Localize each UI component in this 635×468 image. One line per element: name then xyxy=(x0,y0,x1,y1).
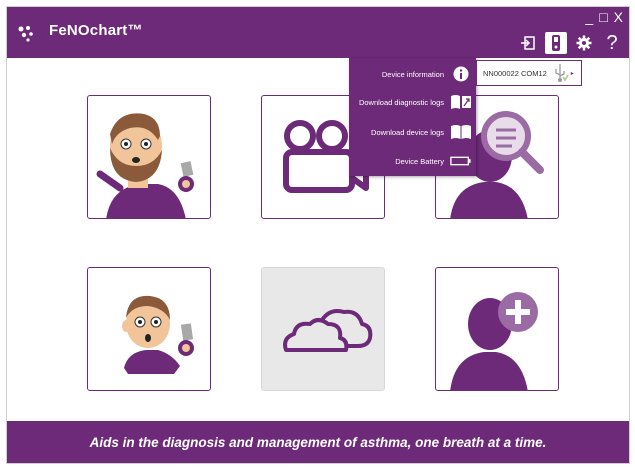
device-icon xyxy=(552,35,560,51)
menu-item-device-information[interactable]: Device information xyxy=(349,63,476,85)
footer-bar: Aids in the diagnosis and management of … xyxy=(7,421,629,463)
menu-item-label: Device information xyxy=(381,69,444,79)
cloud-tile[interactable] xyxy=(261,267,385,391)
maximize-button[interactable]: □ xyxy=(599,10,607,24)
menu-item-label: Device Battery xyxy=(395,156,444,166)
chevron-right-icon: ▸ xyxy=(570,70,574,77)
device-dropdown-menu: Device information Download diagnostic l… xyxy=(349,58,476,176)
title-bar: FeNOchart™ _ □ X ? xyxy=(7,7,629,58)
footer-tagline: Aids in the diagnosis and management of … xyxy=(89,434,547,450)
menu-item-download-diagnostic-logs[interactable]: Download diagnostic logs xyxy=(349,91,476,113)
help-button[interactable]: ? xyxy=(601,32,623,54)
device-id-label: NN000022 COM12 xyxy=(483,68,547,78)
child-device-icon xyxy=(122,295,194,374)
connected-device-panel[interactable]: NN000022 COM12 ▸ xyxy=(476,60,582,86)
cloud-icon xyxy=(283,309,373,352)
book-icon xyxy=(450,123,472,141)
menu-item-device-battery[interactable]: Device Battery xyxy=(349,150,476,172)
diagnostic-logs-icon xyxy=(450,93,472,111)
close-button[interactable]: X xyxy=(614,10,623,24)
logo-icon xyxy=(18,26,33,42)
info-icon xyxy=(450,65,472,83)
menu-item-label: Download device logs xyxy=(371,127,444,137)
menu-item-download-device-logs[interactable]: Download device logs xyxy=(349,121,476,143)
child-measurement-tile[interactable] xyxy=(87,267,211,391)
add-person-icon xyxy=(450,292,538,390)
main-content xyxy=(7,58,629,422)
patient-measurement-tile[interactable] xyxy=(87,95,211,219)
device-button[interactable] xyxy=(545,32,567,54)
add-patient-tile[interactable] xyxy=(435,267,559,391)
settings-button[interactable] xyxy=(573,32,595,54)
gear-icon xyxy=(576,35,592,51)
logout-icon xyxy=(521,36,535,50)
toolbar: ? xyxy=(517,32,623,54)
usb-icon xyxy=(555,64,569,82)
battery-icon xyxy=(450,152,472,170)
app-title: FeNOchart™ xyxy=(49,22,143,39)
menu-item-label: Download diagnostic logs xyxy=(358,97,444,107)
help-icon: ? xyxy=(606,32,618,54)
minimize-button[interactable]: _ xyxy=(585,10,593,24)
logout-button[interactable] xyxy=(517,32,539,54)
window-controls: _ □ X xyxy=(585,10,623,24)
bearded-man-device-icon xyxy=(96,113,194,218)
